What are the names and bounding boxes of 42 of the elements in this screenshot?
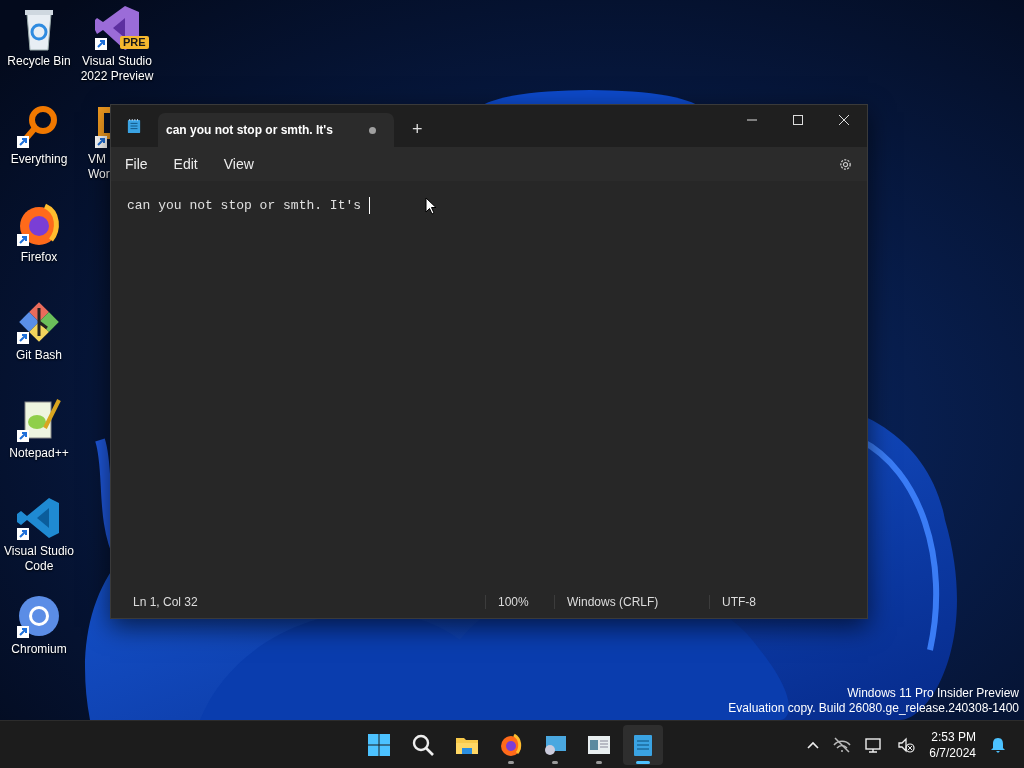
speaker-muted-icon[interactable] — [897, 736, 916, 753]
icon-label: Git Bash — [16, 348, 62, 363]
date: 6/7/2024 — [929, 744, 976, 761]
icon-label: Visual Studio Code — [4, 544, 74, 574]
document-tab[interactable]: can you not stop or smth. It's — [158, 113, 394, 147]
new-tab-button[interactable]: + — [408, 119, 427, 140]
close-icon — [838, 114, 850, 126]
clock[interactable]: 2:53 PM 6/7/2024 — [929, 728, 976, 761]
notepad-icon — [127, 118, 141, 134]
icon-label: Firefox — [20, 250, 58, 265]
maximize-icon — [792, 114, 804, 126]
menu-item[interactable]: Edit — [163, 152, 208, 176]
icon-label: VM Wor — [87, 152, 110, 182]
encoding: UTF-8 — [709, 595, 834, 609]
cursor-position: Ln 1, Col 32 — [132, 595, 199, 609]
build-watermark: Windows 11 Pro Insider Preview Evaluation copy. Build 26080.ge_release.240308-1400 — [728, 686, 1019, 716]
icon-label: Notepad++ — [9, 446, 69, 461]
icon-label: Recycle Bin — [7, 54, 71, 69]
icon-label: Everything — [10, 152, 68, 167]
network-off-icon[interactable] — [833, 736, 852, 753]
chevron-up-icon[interactable] — [807, 740, 820, 749]
icon-label: Chromium — [11, 642, 67, 657]
monitor-icon[interactable] — [865, 736, 884, 753]
app-shortcut-icon[interactable] — [15, 396, 63, 444]
settings-icon[interactable] — [838, 156, 853, 172]
windows-logo-icon — [367, 732, 391, 757]
search-icon — [411, 732, 435, 757]
time: 2:53 PM — [931, 728, 976, 745]
notepad-icon — [631, 732, 655, 757]
preview-badge: PRE — [120, 36, 149, 49]
menu-item[interactable]: View — [213, 152, 264, 176]
icon-label: Visual Studio 2022 Preview — [80, 54, 154, 84]
cursor-icon — [425, 197, 437, 215]
taskbar-app-button[interactable] — [623, 724, 663, 765]
line-ending: Windows (CRLF) — [554, 595, 709, 609]
zoom-level: 100% — [485, 595, 554, 609]
text-caret — [368, 197, 370, 214]
text-editor[interactable]: can you not stop or smth. It's — [111, 181, 867, 586]
menu-item[interactable]: File — [115, 152, 158, 176]
bell-icon[interactable] — [990, 735, 1006, 754]
browser-icon — [499, 732, 523, 757]
document-text: can you not stop or smth. It's — [127, 197, 363, 214]
